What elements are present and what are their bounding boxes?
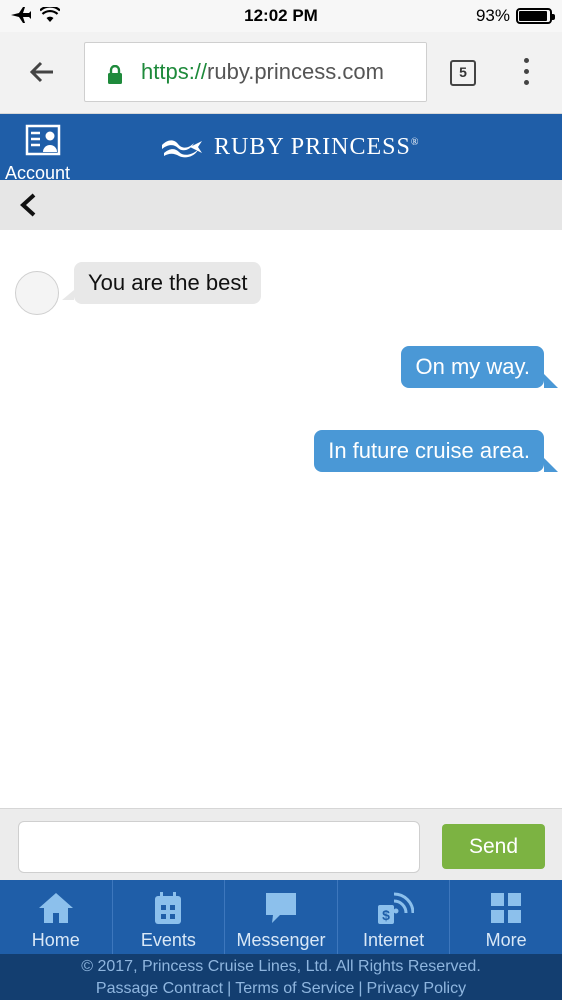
message-input[interactable]	[18, 821, 420, 873]
menu-dot	[524, 69, 529, 74]
battery-tip	[552, 14, 555, 20]
wifi-dollar-icon: $	[374, 890, 414, 926]
nav-label-internet: Internet	[363, 930, 425, 950]
copyright-text: © 2017, Princess Cruise Lines, Ltd. All …	[81, 958, 481, 975]
battery-indicator: 93%	[475, 6, 555, 26]
footer: © 2017, Princess Cruise Lines, Ltd. All …	[0, 954, 562, 1000]
home-icon	[37, 890, 75, 926]
message-composer: Send	[0, 808, 562, 880]
url-scheme: https://	[141, 59, 208, 84]
sea-witch-logo-icon	[162, 139, 202, 157]
grid-icon	[490, 890, 522, 926]
brand-registered-mark: ®	[410, 137, 420, 148]
account-icon	[25, 124, 61, 156]
lock-icon	[108, 65, 122, 84]
incoming-message: You are the best	[61, 262, 262, 304]
outgoing-message: In future cruise area.	[314, 430, 558, 472]
url-text: https://ruby.princess.com	[141, 59, 384, 85]
browser-toolbar: https://ruby.princess.com 5	[0, 32, 562, 114]
account-button[interactable]: Account	[5, 124, 71, 184]
outgoing-message: On my way.	[401, 346, 558, 388]
send-button[interactable]: Send	[442, 824, 545, 869]
battery-percent: 93%	[475, 6, 510, 25]
svg-text:$: $	[382, 907, 390, 923]
bottom-nav: Home Events Messenger $ Internet More	[0, 880, 562, 954]
brand-name: RUBY PRINCESS®	[214, 134, 419, 161]
menu-dot	[524, 58, 529, 63]
privacy-policy-link[interactable]: Privacy Policy	[367, 980, 467, 997]
avatar	[15, 271, 59, 315]
tab-switcher-button[interactable]: 5	[450, 60, 476, 86]
nav-label-events: Events	[140, 930, 196, 950]
overflow-menu-icon[interactable]	[524, 58, 529, 85]
menu-dot	[524, 80, 529, 85]
footer-separator: |	[358, 980, 363, 997]
chevron-left-icon[interactable]	[16, 192, 42, 218]
terms-of-service-link[interactable]: Terms of Service	[235, 980, 354, 997]
status-bar: 12:02 PM 93%	[0, 0, 562, 32]
app-header: Account RUBY PRINCESS®	[0, 114, 562, 183]
nav-item-events[interactable]: Events	[113, 880, 226, 954]
chat-thread[interactable]: You are the best On my way. In future cr…	[0, 230, 562, 808]
brand-name-text: RUBY PRINCESS	[214, 134, 411, 160]
nav-label-more: More	[485, 930, 527, 950]
nav-item-more[interactable]: More	[450, 880, 562, 954]
conversation-header	[0, 180, 562, 230]
battery-fill	[519, 11, 547, 21]
chat-bubble-icon	[264, 890, 298, 926]
footer-links: Passage Contract | Terms of Service | Privac…	[0, 978, 562, 1000]
url-host: ruby.princess.com	[207, 59, 384, 84]
battery-icon	[516, 8, 555, 24]
back-arrow-icon[interactable]	[26, 56, 58, 88]
brand-logo: RUBY PRINCESS®	[160, 134, 419, 161]
footer-separator: |	[227, 980, 232, 997]
nav-label-home: Home	[31, 930, 80, 950]
url-fade	[386, 43, 426, 101]
address-bar[interactable]: https://ruby.princess.com	[84, 42, 427, 102]
nav-item-home[interactable]: Home	[0, 880, 113, 954]
nav-item-internet[interactable]: $ Internet	[338, 880, 451, 954]
calendar-icon	[153, 890, 183, 926]
passage-contract-link[interactable]: Passage Contract	[96, 980, 223, 997]
nav-item-messenger[interactable]: Messenger	[225, 880, 338, 954]
nav-label-messenger: Messenger	[236, 930, 326, 950]
